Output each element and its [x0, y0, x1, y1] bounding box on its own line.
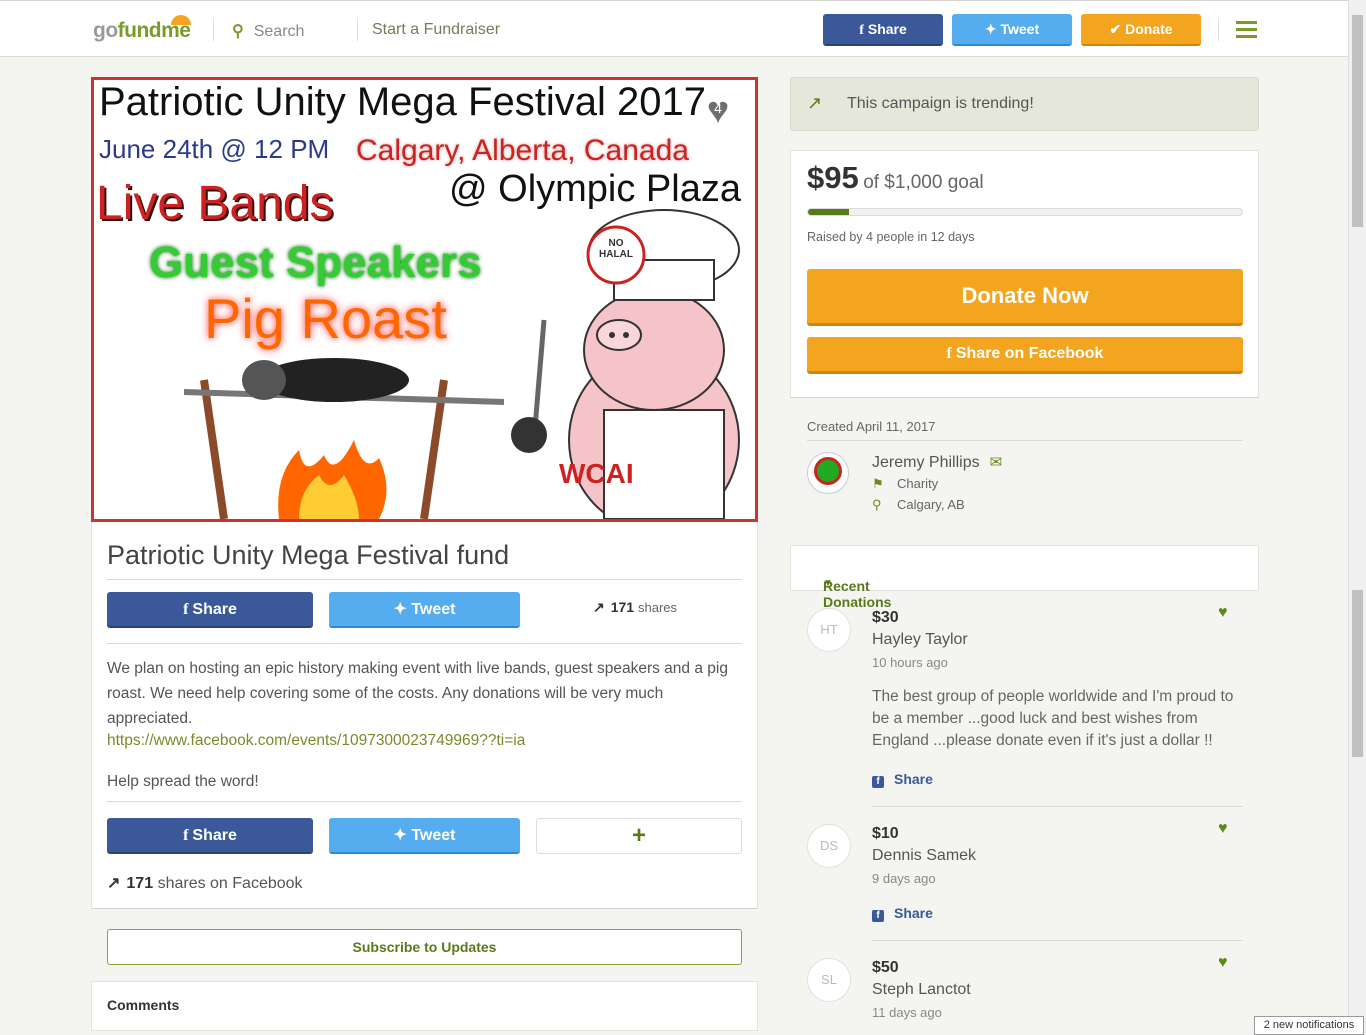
donor-avatar: SL	[807, 958, 851, 1002]
donation-amount: $10	[872, 825, 899, 842]
image-apron-text: WCAI	[559, 458, 634, 489]
donor-avatar: DS	[807, 824, 851, 868]
raised-by-text: Raised by 4 people in 12 days	[807, 230, 975, 244]
divider	[357, 19, 358, 41]
tag-icon: ⚑	[872, 476, 884, 491]
facebook-icon: f	[183, 827, 189, 844]
header-donate-button[interactable]: ✔ Donate	[1081, 14, 1201, 46]
divider	[872, 940, 1243, 941]
heart-favorite-button[interactable]: ♥ 4	[697, 91, 739, 133]
search-icon: ⚲	[232, 23, 244, 40]
facebook-icon: f	[859, 23, 864, 38]
shares-count: ↗ 171 shares	[593, 599, 678, 615]
donation-time: 9 days ago	[872, 871, 936, 886]
trending-arrow-icon: ↗	[107, 875, 121, 892]
top-header: gofundme ⚲ Search Start a Fundraiser f Sha…	[0, 0, 1348, 57]
scroll-thumb[interactable]	[1352, 15, 1363, 227]
envelope-icon[interactable]: ✉	[990, 454, 1003, 471]
donation-amount: $30	[872, 609, 899, 626]
recent-donations-header[interactable]: Recent Donations ▼	[790, 545, 1259, 610]
donation-time: 11 days ago	[872, 1005, 942, 1020]
event-link[interactable]: https://www.facebook.com/events/10973000…	[107, 732, 525, 750]
scrollbar[interactable]	[1348, 0, 1366, 1035]
trending-chart-icon: ↗	[807, 93, 823, 113]
image-badge: NO HALAL	[599, 238, 633, 260]
progress-bar	[807, 208, 1243, 216]
divider	[1218, 19, 1219, 41]
header-tweet-button[interactable]: ✦ Tweet	[952, 14, 1072, 46]
share-on-facebook-button[interactable]: f Share on Facebook	[807, 337, 1243, 374]
facebook-icon: f	[183, 601, 189, 618]
donor-name: Steph Lanctot	[872, 981, 971, 998]
twitter-icon: ✦	[393, 601, 412, 618]
divider	[872, 806, 1243, 807]
comments-heading: Comments	[107, 997, 180, 1013]
spread-word-text: Help spread the word!	[107, 773, 259, 790]
trending-banner: ↗ This campaign is trending!	[790, 77, 1259, 131]
donate-now-button[interactable]: Donate Now	[807, 269, 1243, 326]
search-button[interactable]: ⚲ Search	[232, 21, 314, 41]
subscribe-button[interactable]: Subscribe to Updates	[107, 929, 742, 965]
donor-avatar: HT	[807, 608, 851, 652]
tweet-button[interactable]: ✦ Tweet	[329, 592, 520, 628]
heart-icon[interactable]: ♥	[1218, 604, 1228, 622]
divider	[107, 579, 742, 580]
category[interactable]: ⚑ Charity	[872, 476, 938, 492]
tweet-button-bottom[interactable]: ✦ Tweet	[329, 818, 520, 854]
facebook-shares: ↗ 171 shares on Facebook	[107, 875, 303, 892]
header-share-button[interactable]: f Share	[823, 14, 943, 46]
trending-arrow-icon: ↗	[593, 599, 605, 615]
caret-down-icon: ▼	[823, 578, 833, 589]
logo-sun-icon	[163, 11, 199, 25]
scroll-thumb-secondary[interactable]	[1352, 590, 1363, 757]
donation-share-button[interactable]: f Share	[872, 905, 933, 922]
created-date: Created April 11, 2017	[807, 419, 936, 434]
location: ⚲ Calgary, AB	[872, 497, 965, 512]
share-button[interactable]: f Share	[107, 592, 313, 628]
start-fundraiser-link[interactable]: Start a Fundraiser	[372, 21, 500, 39]
divider	[807, 440, 1243, 441]
twitter-icon: ✦	[393, 827, 412, 844]
share-button-bottom[interactable]: f Share	[107, 818, 313, 854]
divider	[107, 643, 742, 644]
hamburger-icon[interactable]	[1236, 21, 1257, 38]
donation-time: 10 hours ago	[872, 655, 948, 670]
check-icon: ✔	[1109, 21, 1126, 37]
donation-share-button[interactable]: f Share	[872, 771, 933, 788]
campaign-description: We plan on hosting an epic history makin…	[107, 660, 728, 727]
donation-message: The best group of people worldwide and I…	[872, 688, 1234, 749]
more-share-button[interactable]: +	[536, 818, 742, 854]
organizer-avatar[interactable]	[807, 452, 849, 494]
donation-amount: $50	[872, 959, 899, 976]
twitter-icon: ✦	[984, 21, 1001, 37]
notifications-popup[interactable]: 2 new notifications	[1254, 1016, 1364, 1035]
donor-name: Hayley Taylor	[872, 631, 968, 648]
donor-name: Dennis Samek	[872, 847, 977, 864]
divider	[107, 801, 742, 802]
facebook-icon: f	[872, 910, 884, 922]
campaign-title: Patriotic Unity Mega Festival fund	[107, 540, 510, 570]
facebook-icon: f	[872, 776, 884, 788]
heart-icon[interactable]: ♥	[1218, 820, 1228, 838]
campaign-image: Patriotic Unity Mega Festival 2017 June …	[91, 77, 758, 522]
facebook-icon: f	[946, 345, 952, 362]
heart-icon[interactable]: ♥	[1218, 954, 1228, 972]
progress-fill	[808, 209, 850, 215]
goal-progress-text: $95 of $1,000 goal	[807, 160, 984, 195]
divider	[213, 19, 214, 41]
pig-roast-illustration	[183, 209, 740, 519]
comments-section: Comments	[91, 981, 758, 1031]
organizer-name[interactable]: Jeremy Phillips ✉	[872, 453, 1002, 472]
map-pin-icon: ⚲	[872, 497, 882, 512]
